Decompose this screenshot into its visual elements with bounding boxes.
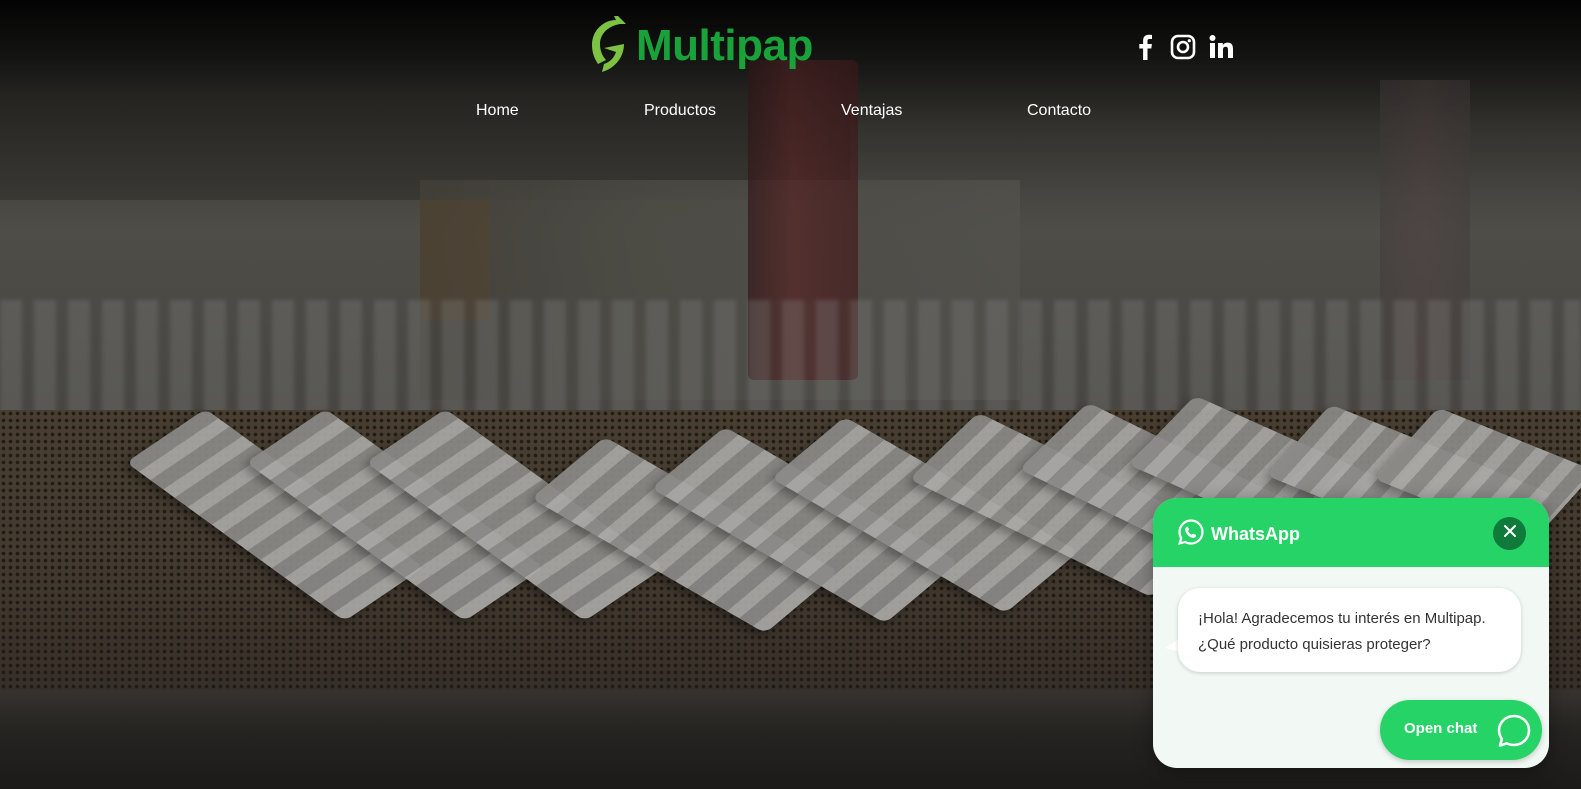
- linkedin-icon[interactable]: [1208, 34, 1234, 60]
- open-chat-button[interactable]: Open chat: [1380, 700, 1542, 760]
- brand-name: Multipap: [636, 21, 813, 70]
- whatsapp-chat-widget: WhatsApp ¡Hola! Agradecemos tu interés e…: [1153, 498, 1549, 768]
- facebook-icon[interactable]: [1132, 34, 1158, 60]
- instagram-icon[interactable]: [1170, 34, 1196, 60]
- whatsapp-header: WhatsApp: [1153, 498, 1549, 567]
- open-chat-label: Open chat: [1404, 720, 1478, 737]
- social-links: [1132, 34, 1234, 60]
- chat-message-bubble: ¡Hola! Agradecemos tu interés en Multipa…: [1178, 588, 1521, 672]
- close-chat-button[interactable]: [1493, 517, 1526, 550]
- nav-item-contacto[interactable]: Contacto: [1027, 100, 1091, 122]
- nav-item-ventajas[interactable]: Ventajas: [841, 100, 902, 122]
- chat-message-line-1: ¡Hola! Agradecemos tu interés en Multipa…: [1198, 610, 1486, 627]
- close-icon: [1503, 524, 1517, 543]
- whatsapp-title: WhatsApp: [1177, 518, 1300, 551]
- whatsapp-icon: [1177, 518, 1205, 551]
- whatsapp-title-text: WhatsApp: [1211, 524, 1300, 544]
- nav-item-home[interactable]: Home: [476, 100, 519, 122]
- leaf-logo-icon: [590, 14, 630, 79]
- nav-item-productos[interactable]: Productos: [644, 100, 716, 122]
- main-nav: Home Productos Ventajas Contacto: [0, 100, 1581, 124]
- chat-message-line-2: ¿Qué producto quisieras proteger?: [1198, 636, 1431, 653]
- brand-logo[interactable]: Multipap: [590, 14, 813, 79]
- chat-bubble-icon: [1496, 713, 1532, 754]
